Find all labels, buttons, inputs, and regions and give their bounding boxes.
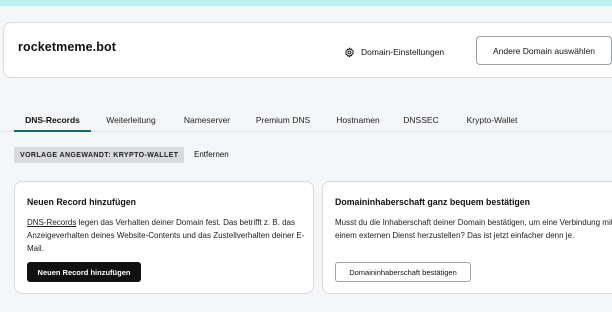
tab-hostnamen[interactable]: Hostnamen (330, 110, 386, 132)
tab-weiterleitung[interactable]: Weiterleitung (96, 110, 166, 132)
add-record-button[interactable]: Neuen Record hinzufügen (27, 262, 141, 282)
ownership-description: Musst du die Inhaberschaft deiner Domain… (335, 218, 612, 240)
tab-krypto-wallet[interactable]: Krypto-Wallet (458, 110, 526, 132)
template-applied-badge: VORLAGE ANGEWANDT: KRYPTO-WALLET (14, 147, 185, 163)
tab-dns-records[interactable]: DNS-Records (14, 110, 91, 132)
add-record-description: DNS-Records legen das Verhalten deiner D… (27, 216, 305, 255)
tab-premium-dns[interactable]: Premium DNS (250, 110, 316, 132)
gear-icon (345, 46, 354, 58)
domain-name: rocketmeme.bot (18, 40, 116, 54)
top-banner-strip (0, 0, 612, 6)
add-record-card: Neuen Record hinzufügen DNS-Records lege… (14, 181, 314, 294)
ownership-title: Domaininhaberschaft ganz bequem bestätig… (335, 197, 531, 207)
dns-records-link[interactable]: DNS-Records (27, 218, 76, 227)
ownership-card: Domaininhaberschaft ganz bequem bestätig… (322, 181, 612, 294)
domain-settings-button[interactable]: Domain-Einstellungen (344, 43, 444, 61)
confirm-ownership-button[interactable]: Domaininhaberschaft bestätigen (335, 262, 471, 282)
domain-header-card: rocketmeme.bot Domain-Einstellungen Ande… (3, 22, 612, 78)
tab-bar: DNS-Records Weiterleitung Nameserver Pre… (0, 110, 612, 132)
select-other-domain-button[interactable]: Andere Domain auswählen (476, 36, 612, 65)
remove-template-link[interactable]: Entfernen (194, 150, 229, 159)
tab-nameserver[interactable]: Nameserver (176, 110, 238, 132)
domain-settings-label: Domain-Einstellungen (361, 47, 445, 57)
tab-dnssec[interactable]: DNSSEC (398, 110, 444, 132)
add-record-title: Neuen Record hinzufügen (27, 197, 136, 207)
